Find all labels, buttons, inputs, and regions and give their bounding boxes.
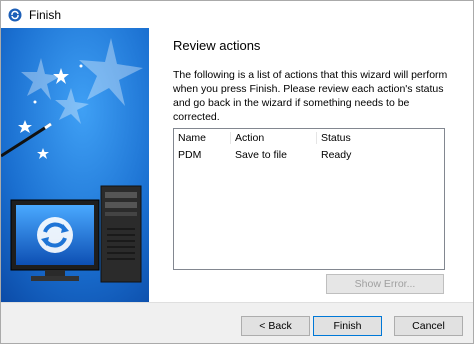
page-heading: Review actions	[173, 38, 261, 53]
column-header-action[interactable]: Action	[231, 132, 317, 144]
back-button[interactable]: < Back	[241, 316, 310, 336]
page-description: The following is a list of actions that …	[173, 69, 448, 123]
row-name: PDM	[178, 149, 202, 161]
wizard-side-banner	[1, 28, 149, 302]
show-error-button[interactable]: Show Error...	[326, 274, 444, 294]
row-action: Save to file	[235, 149, 287, 161]
row-status: Ready	[321, 149, 352, 161]
title-bar: Finish	[1, 1, 473, 28]
list-item[interactable]: PDM Save to file Ready	[174, 147, 444, 163]
cancel-button[interactable]: Cancel	[394, 316, 463, 336]
column-header-status[interactable]: Status	[317, 132, 417, 144]
column-header-name[interactable]: Name	[174, 132, 231, 144]
finish-button[interactable]: Finish	[313, 316, 382, 336]
actions-list-header: Name Action Status	[174, 129, 444, 147]
wizard-app-icon	[7, 7, 23, 23]
wizard-main-panel: Review actions The following is a list o…	[149, 28, 473, 302]
window-title: Finish	[29, 7, 62, 22]
footer-divider	[1, 302, 473, 303]
wizard-content: Review actions The following is a list o…	[1, 28, 473, 302]
wizard-window: Finish Review actions The following is a…	[0, 0, 474, 344]
actions-list[interactable]: Name Action Status PDM Save to file Read…	[173, 128, 445, 270]
